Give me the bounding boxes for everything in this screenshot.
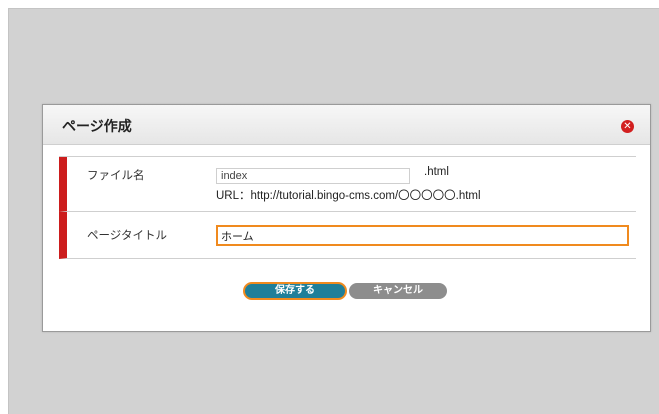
close-icon[interactable]: ✕ <box>621 120 634 133</box>
create-page-dialog: ページ作成 ✕ ファイル名 .html URL：http://tutorial.… <box>42 104 651 332</box>
filename-extension: .html <box>424 166 449 178</box>
page-background: ページ作成 ✕ ファイル名 .html URL：http://tutorial.… <box>8 8 659 414</box>
filename-input[interactable] <box>216 168 410 184</box>
dialog-header: ページ作成 ✕ <box>43 105 650 145</box>
save-button[interactable]: 保存する <box>243 282 347 300</box>
dialog-title: ページ作成 <box>62 119 132 135</box>
filename-row: ファイル名 .html URL：http://tutorial.bingo-cm… <box>59 157 636 212</box>
page-title-label: ページタイトル <box>87 228 168 242</box>
url-preview: URL：http://tutorial.bingo-cms.com/〇〇〇〇〇.… <box>216 190 481 202</box>
button-group: 保存する キャンセル <box>243 282 453 300</box>
filename-label: ファイル名 <box>87 168 145 182</box>
page-title-row: ページタイトル <box>59 212 636 259</box>
cancel-button[interactable]: キャンセル <box>349 283 447 299</box>
page-form: ファイル名 .html URL：http://tutorial.bingo-cm… <box>59 156 636 259</box>
page-title-input[interactable] <box>216 225 629 246</box>
